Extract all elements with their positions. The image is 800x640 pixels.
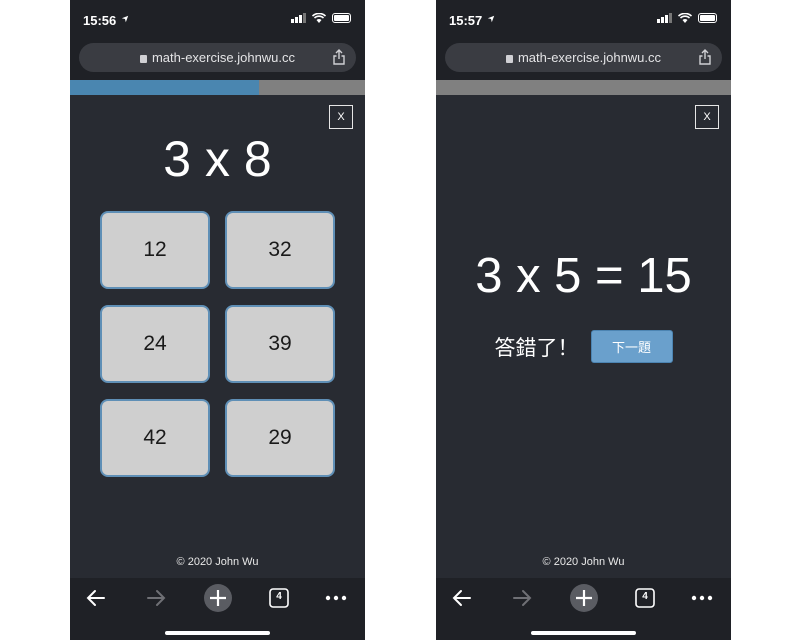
forward-arrow-icon[interactable] <box>508 584 536 612</box>
back-arrow-icon[interactable] <box>448 584 476 612</box>
close-button[interactable]: X <box>695 105 719 129</box>
wifi-icon <box>312 13 326 23</box>
status-time: 15:57 <box>449 13 483 28</box>
progress-bar <box>436 80 731 95</box>
answer-button[interactable]: 32 <box>225 211 335 289</box>
answer-button[interactable]: 24 <box>100 305 210 383</box>
url-text: math-exercise.johnwu.cc <box>151 50 296 65</box>
phone-screen-question: 15:56 math-exercise.johnwu.cc X 3 x 8 12… <box>70 0 365 640</box>
location-arrow-icon <box>121 15 129 23</box>
browser-address-area: math-exercise.johnwu.cc <box>436 40 731 80</box>
status-bar: 15:56 <box>70 0 365 40</box>
footer-copyright: © 2020 John Wu <box>176 556 259 568</box>
phone-screen-result: 15:57 math-exercise.johnwu.cc X 3 x 5 = … <box>436 0 731 640</box>
status-bar: 15:57 <box>436 0 731 40</box>
new-tab-plus-icon[interactable] <box>569 583 599 613</box>
answer-button[interactable]: 12 <box>100 211 210 289</box>
answer-button[interactable]: 42 <box>100 399 210 477</box>
footer-copyright: © 2020 John Wu <box>542 556 625 568</box>
browser-address-area: math-exercise.johnwu.cc <box>70 40 365 80</box>
status-icons <box>291 13 351 23</box>
back-arrow-icon[interactable] <box>82 584 110 612</box>
tabs-count-label: 4 <box>276 591 282 602</box>
home-indicator <box>531 631 636 635</box>
browser-toolbar: 4 <box>436 578 731 640</box>
progress-bar <box>70 80 365 95</box>
tabs-count-icon[interactable]: 4 <box>266 585 292 611</box>
share-icon[interactable] <box>332 49 346 65</box>
browser-toolbar: 4 <box>70 578 365 640</box>
address-bar[interactable]: math-exercise.johnwu.cc <box>445 43 722 72</box>
tabs-count-icon[interactable]: 4 <box>632 585 658 611</box>
signal-icon <box>291 13 306 23</box>
address-bar[interactable]: math-exercise.johnwu.cc <box>79 43 356 72</box>
home-indicator <box>165 631 270 635</box>
battery-icon <box>698 13 717 23</box>
battery-icon <box>332 13 351 23</box>
more-options-icon[interactable] <box>322 584 350 612</box>
next-question-button[interactable]: 下一題 <box>590 330 673 363</box>
result-equation: 3 x 5 = 15 <box>475 249 692 303</box>
share-icon[interactable] <box>698 49 712 65</box>
result-message: 答錯了！ <box>494 336 579 360</box>
location-arrow-icon <box>487 15 495 23</box>
answer-grid: 12 32 24 39 42 29 <box>100 211 335 477</box>
status-time: 15:56 <box>83 13 117 28</box>
result-row: 答錯了！ 下一題 <box>436 330 731 363</box>
close-button[interactable]: X <box>329 105 353 129</box>
signal-icon <box>657 13 672 23</box>
lock-icon <box>505 54 513 63</box>
new-tab-plus-icon[interactable] <box>203 583 233 613</box>
url-text: math-exercise.johnwu.cc <box>517 50 662 65</box>
wifi-icon <box>678 13 692 23</box>
more-options-icon[interactable] <box>688 584 716 612</box>
question-text: 3 x 8 <box>163 131 272 187</box>
lock-icon <box>139 54 147 63</box>
status-icons <box>657 13 717 23</box>
forward-arrow-icon[interactable] <box>142 584 170 612</box>
tabs-count-label: 4 <box>642 591 648 602</box>
answer-button[interactable]: 39 <box>225 305 335 383</box>
progress-fill <box>70 80 259 95</box>
answer-button[interactable]: 29 <box>225 399 335 477</box>
